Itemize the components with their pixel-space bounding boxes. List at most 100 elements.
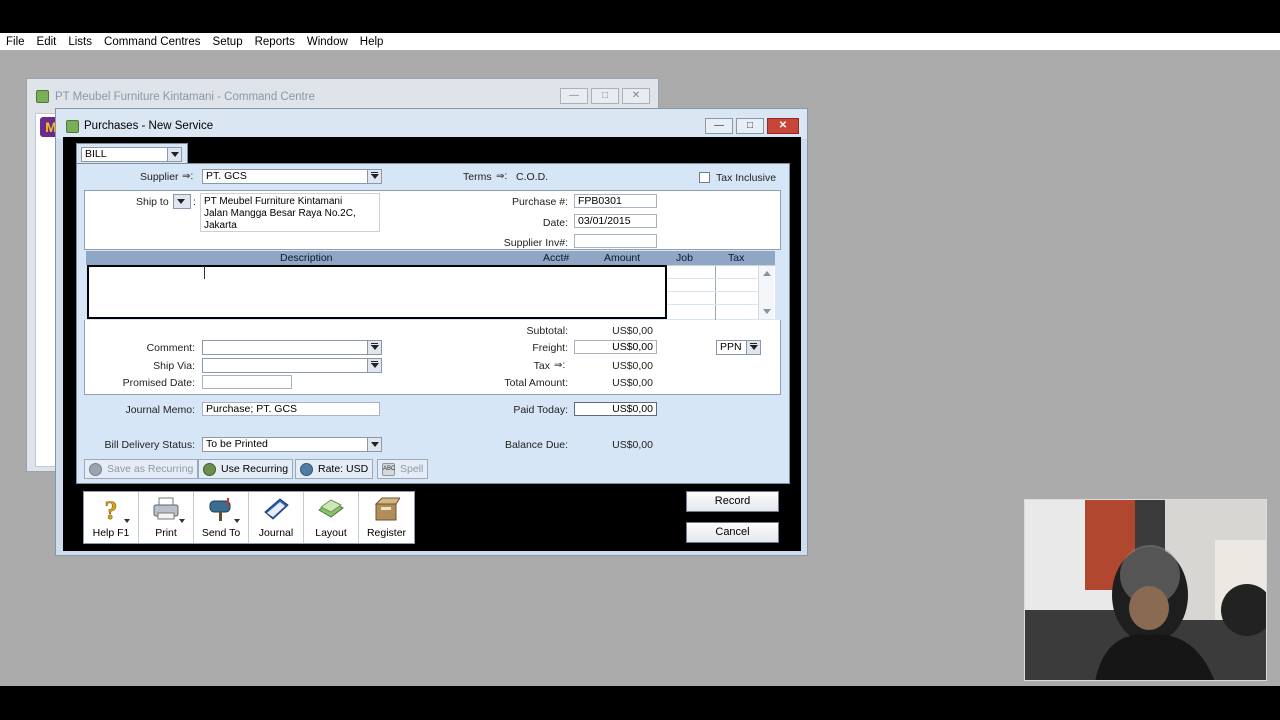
col-description: Description bbox=[280, 252, 333, 264]
dropdown-icon bbox=[179, 519, 185, 523]
spell-button[interactable]: ABC Spell bbox=[377, 459, 429, 479]
record-button[interactable]: Record bbox=[686, 491, 779, 512]
layout-type-select[interactable]: BILL bbox=[81, 147, 182, 162]
ship-to-colon: : bbox=[193, 196, 196, 208]
menu-window[interactable]: Window bbox=[301, 36, 354, 48]
table-scrollbar[interactable] bbox=[758, 266, 774, 319]
cc-title: PT Meubel Furniture Kintamani - Command … bbox=[55, 91, 315, 103]
chevron-down-icon[interactable] bbox=[367, 438, 381, 451]
ship-via-label: Ship Via: bbox=[153, 360, 195, 372]
journal-button[interactable]: Journal bbox=[249, 492, 304, 543]
register-icon bbox=[374, 497, 400, 521]
rate-label: Rate: USD bbox=[318, 463, 369, 475]
journal-label: Journal bbox=[258, 527, 294, 539]
supplier-inv-field[interactable] bbox=[574, 234, 657, 248]
purchase-no-field[interactable]: FPB0301 bbox=[574, 194, 657, 208]
row-divider bbox=[667, 291, 759, 292]
paid-today-label: Paid Today: bbox=[513, 404, 568, 416]
webcam-overlay bbox=[1024, 499, 1267, 681]
ship-to-address[interactable]: PT Meubel Furniture Kintamani Jalan Mang… bbox=[200, 193, 380, 232]
spell-label: Spell bbox=[400, 463, 424, 475]
app-icon bbox=[66, 120, 79, 133]
supplier-inv-label: Supplier Inv#: bbox=[503, 237, 568, 249]
date-field[interactable]: 03/01/2015 bbox=[574, 214, 657, 228]
maximize-button[interactable]: □ bbox=[736, 118, 764, 134]
menu-lists[interactable]: Lists bbox=[62, 36, 98, 48]
menu-help[interactable]: Help bbox=[354, 36, 390, 48]
terms-value: C.O.D. bbox=[516, 171, 549, 183]
scroll-up-icon[interactable] bbox=[763, 271, 771, 276]
subtotal-value: US$0,00 bbox=[612, 325, 653, 337]
scroll-down-icon[interactable] bbox=[763, 309, 771, 314]
send-to-button[interactable]: Send To bbox=[194, 492, 249, 543]
terms-arrow-icon[interactable]: ⇒: bbox=[496, 170, 507, 182]
purchases-titlebar[interactable]: Purchases - New Service — □ ✕ bbox=[56, 109, 807, 139]
cancel-button[interactable]: Cancel bbox=[686, 522, 779, 543]
cc-close-button[interactable]: ✕ bbox=[622, 88, 650, 104]
chevron-down-icon[interactable] bbox=[167, 148, 181, 161]
menu-reports[interactable]: Reports bbox=[249, 36, 301, 48]
journal-memo-label: Journal Memo: bbox=[125, 404, 195, 416]
list-icon[interactable] bbox=[367, 359, 381, 372]
journal-icon bbox=[264, 498, 289, 520]
supplier-label: Supplier bbox=[140, 171, 179, 183]
promised-date-field[interactable] bbox=[202, 375, 292, 389]
row-divider bbox=[667, 278, 759, 279]
tax-code-select[interactable]: PPN bbox=[716, 340, 761, 355]
comment-label: Comment: bbox=[146, 342, 195, 354]
ship-via-select[interactable] bbox=[202, 358, 382, 373]
rate-button[interactable]: Rate: USD bbox=[295, 459, 374, 479]
description-editor[interactable] bbox=[87, 265, 667, 319]
register-button[interactable]: Register bbox=[359, 492, 414, 543]
supplier-arrow-icon[interactable]: ⇒: bbox=[182, 170, 193, 182]
menu-edit[interactable]: Edit bbox=[31, 36, 63, 48]
menubar: File Edit Lists Command Centres Setup Re… bbox=[0, 33, 1280, 50]
close-button[interactable]: ✕ bbox=[767, 118, 799, 134]
layout-icon bbox=[318, 499, 344, 518]
col-amount: Amount bbox=[604, 252, 641, 264]
help-button[interactable]: ? Help F1 bbox=[84, 492, 139, 543]
tax-inclusive-label: Tax Inclusive bbox=[716, 172, 777, 184]
register-label: Register bbox=[366, 527, 407, 539]
supplier-value: PT. GCS bbox=[206, 170, 247, 182]
tax-inclusive-checkbox[interactable] bbox=[699, 172, 710, 183]
ship-to-select[interactable] bbox=[173, 194, 191, 209]
comment-select[interactable] bbox=[202, 340, 382, 355]
save-as-recurring-label: Save as Recurring bbox=[107, 463, 194, 475]
print-button[interactable]: Print bbox=[139, 492, 194, 543]
use-recurring-button[interactable]: Use Recurring bbox=[198, 459, 294, 479]
dropdown-icon bbox=[124, 519, 130, 523]
line-items-header: Description Acct# Amount Job Tax bbox=[86, 251, 775, 265]
ship-to-line-2: Jalan Mangga Besar Raya No.2C, bbox=[204, 208, 356, 219]
layout-button[interactable]: Layout bbox=[304, 492, 359, 543]
col-acct: Acct# bbox=[543, 252, 570, 264]
paid-today-field[interactable]: US$0,00 bbox=[574, 402, 657, 416]
help-label: Help F1 bbox=[92, 527, 130, 539]
bill-delivery-value: To be Printed bbox=[206, 438, 268, 450]
journal-memo-field[interactable]: Purchase; PT. GCS bbox=[202, 402, 380, 416]
list-icon[interactable] bbox=[746, 341, 760, 354]
chevron-down-icon[interactable] bbox=[174, 195, 190, 208]
ship-to-line-3: Jakarta bbox=[204, 220, 237, 231]
webcam-image bbox=[1025, 500, 1266, 680]
bill-delivery-label: Bill Delivery Status: bbox=[104, 439, 195, 451]
minimize-button[interactable]: — bbox=[705, 118, 733, 134]
tax-arrow-icon[interactable]: ⇒: bbox=[554, 359, 565, 371]
menu-command-centres[interactable]: Command Centres bbox=[98, 36, 207, 48]
list-icon[interactable] bbox=[367, 170, 381, 183]
list-icon[interactable] bbox=[367, 341, 381, 354]
cc-maximize-button[interactable]: □ bbox=[591, 88, 619, 104]
menu-setup[interactable]: Setup bbox=[207, 36, 249, 48]
menu-file[interactable]: File bbox=[0, 36, 31, 48]
supplier-select[interactable]: PT. GCS bbox=[202, 169, 382, 184]
print-label: Print bbox=[155, 527, 177, 539]
layout-type-value: BILL bbox=[85, 148, 107, 160]
recurring-icon bbox=[89, 463, 102, 476]
save-as-recurring-button[interactable]: Save as Recurring bbox=[84, 459, 199, 479]
layout-label: Layout bbox=[315, 527, 347, 539]
bill-delivery-select[interactable]: To be Printed bbox=[202, 437, 382, 452]
date-label: Date: bbox=[542, 217, 568, 229]
ship-to-label: Ship to bbox=[136, 196, 169, 208]
cc-minimize-button[interactable]: — bbox=[560, 88, 588, 104]
freight-field[interactable]: US$0,00 bbox=[574, 340, 657, 354]
